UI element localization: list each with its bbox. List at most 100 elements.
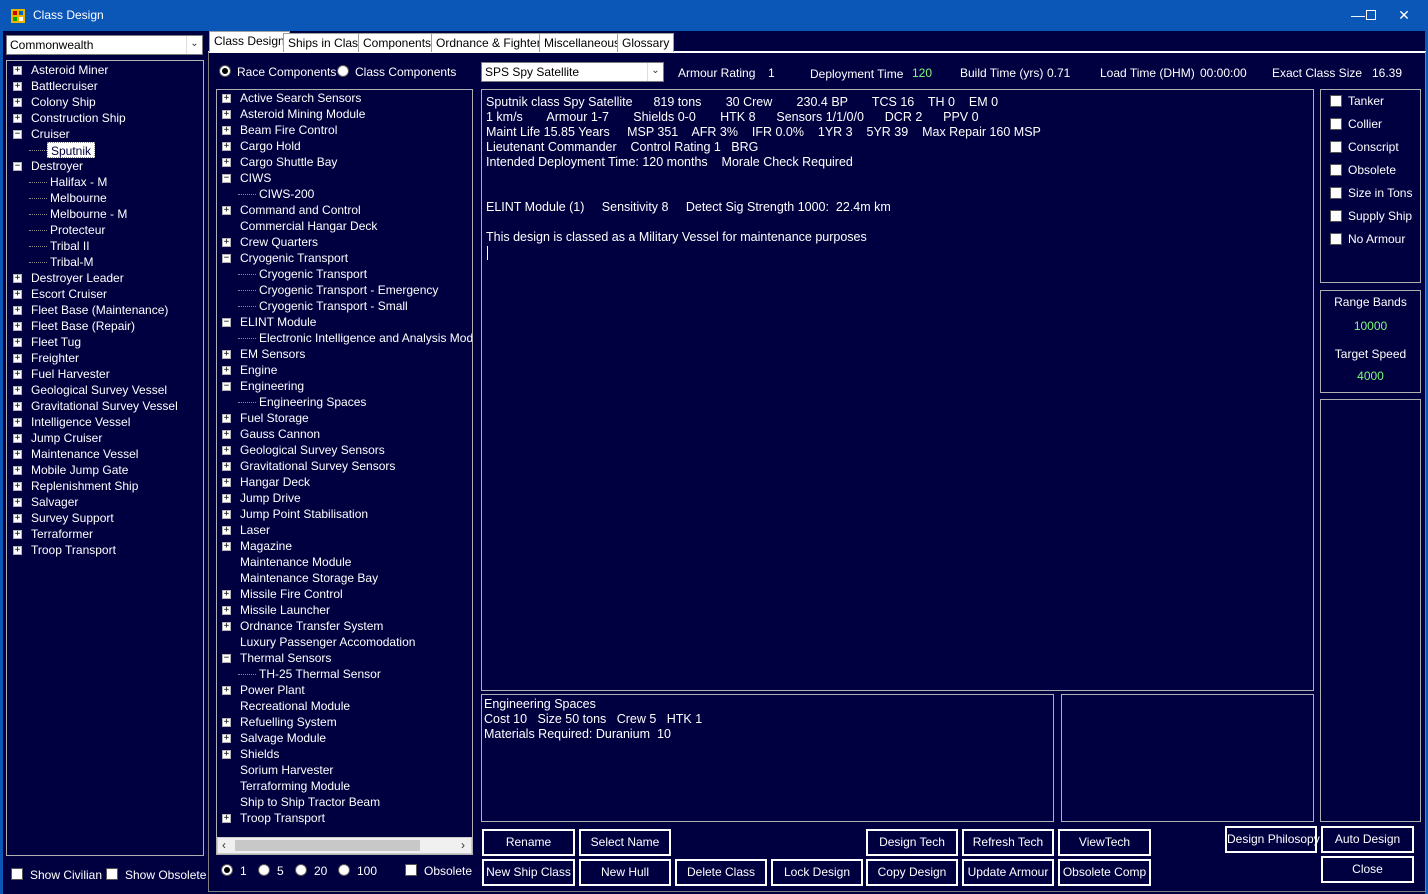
tree-item[interactable]: Ship to Ship Tractor Beam	[240, 794, 380, 810]
scroll-right-icon[interactable]: ›	[461, 838, 465, 852]
expand-icon[interactable]: +	[222, 142, 231, 151]
tree-item[interactable]: Magazine	[240, 538, 292, 554]
tree-item[interactable]: Cryogenic Transport	[240, 250, 348, 266]
delete-class-button[interactable]: Delete Class	[675, 859, 767, 886]
flag-checkbox[interactable]	[1330, 233, 1342, 245]
close-window-icon[interactable]: ✕	[1381, 0, 1427, 31]
expand-icon[interactable]: +	[13, 338, 22, 347]
tree-item[interactable]: Cryogenic Transport	[259, 266, 367, 282]
expand-icon[interactable]: +	[13, 466, 22, 475]
tree-item[interactable]: Salvager	[31, 494, 78, 510]
expand-icon[interactable]: +	[222, 462, 231, 471]
tab-miscellaneous[interactable]: Miscellaneous	[539, 33, 626, 52]
tree-item[interactable]: Salvage Module	[240, 730, 326, 746]
expand-icon[interactable]: +	[222, 750, 231, 759]
flag-checkbox[interactable]	[1330, 187, 1342, 199]
expand-icon[interactable]: +	[222, 350, 231, 359]
expand-icon[interactable]: +	[222, 814, 231, 823]
tree-item[interactable]: Command and Control	[240, 202, 361, 218]
tab-components[interactable]: Components	[358, 33, 437, 52]
expand-icon[interactable]: +	[222, 206, 231, 215]
show-obsolete-checkbox[interactable]	[106, 868, 118, 880]
maximize-icon[interactable]	[1336, 0, 1382, 31]
tab-ships-in-class[interactable]: Ships in Class	[283, 33, 370, 52]
flag-checkbox[interactable]	[1330, 141, 1342, 153]
expand-icon[interactable]: +	[222, 542, 231, 551]
collapse-icon[interactable]: −	[13, 162, 22, 171]
tree-item[interactable]: Thermal Sensors	[240, 650, 331, 666]
tree-item[interactable]: Cruiser	[31, 126, 70, 142]
tree-item[interactable]: Gravitational Survey Sensors	[240, 458, 395, 474]
expand-icon[interactable]: +	[13, 530, 22, 539]
expand-icon[interactable]: +	[13, 274, 22, 283]
expand-icon[interactable]: +	[222, 238, 231, 247]
collapse-icon[interactable]: −	[13, 130, 22, 139]
tree-item[interactable]: EM Sensors	[240, 346, 305, 362]
expand-icon[interactable]: +	[222, 414, 231, 423]
tree-item[interactable]: Fuel Harvester	[31, 366, 110, 382]
tree-item[interactable]: Power Plant	[240, 682, 305, 698]
tree-item[interactable]: Cargo Hold	[240, 138, 301, 154]
tree-item[interactable]: Replenishment Ship	[31, 478, 138, 494]
tree-item[interactable]: Engine	[240, 362, 277, 378]
range-bands-value[interactable]: 10000	[1321, 319, 1420, 333]
select-name-button[interactable]: Select Name	[579, 829, 671, 856]
tree-item[interactable]: Troop Transport	[240, 810, 325, 826]
tree-item[interactable]: Missile Fire Control	[240, 586, 343, 602]
tree-item[interactable]: Terraforming Module	[240, 778, 350, 794]
tree-item[interactable]: Cryogenic Transport - Emergency	[259, 282, 438, 298]
tree-item[interactable]: Laser	[240, 522, 270, 538]
expand-icon[interactable]: +	[222, 686, 231, 695]
tree-item[interactable]: Maintenance Storage Bay	[240, 570, 378, 586]
tree-item[interactable]: Tribal-M	[50, 254, 94, 270]
tree-item[interactable]: Sorium Harvester	[240, 762, 333, 778]
tree-item[interactable]: Melbourne	[50, 190, 107, 206]
tree-item[interactable]: Tribal II	[50, 238, 90, 254]
expand-icon[interactable]: +	[222, 526, 231, 535]
tree-item[interactable]: Freighter	[31, 350, 79, 366]
rename-button[interactable]: Rename	[482, 829, 575, 856]
tree-item[interactable]: Electronic Intelligence and Analysis Mod…	[259, 330, 472, 346]
tree-item[interactable]: Jump Point Stabilisation	[240, 506, 368, 522]
expand-icon[interactable]: +	[13, 386, 22, 395]
tree-item[interactable]: Fleet Tug	[31, 334, 81, 350]
tree-item[interactable]: CIWS	[240, 170, 271, 186]
expand-icon[interactable]: +	[13, 306, 22, 315]
tree-item[interactable]: Cargo Shuttle Bay	[240, 154, 337, 170]
expand-icon[interactable]: +	[13, 498, 22, 507]
expand-icon[interactable]: +	[13, 82, 22, 91]
collapse-icon[interactable]: −	[222, 254, 231, 263]
tree-item[interactable]: Battlecruiser	[31, 78, 98, 94]
collapse-icon[interactable]: −	[222, 174, 231, 183]
tree-item[interactable]: Beam Fire Control	[240, 122, 337, 138]
update-armour-button[interactable]: Update Armour	[962, 859, 1054, 886]
flag-checkbox[interactable]	[1330, 210, 1342, 222]
race-components-radio[interactable]	[219, 65, 231, 77]
tree-item[interactable]: Survey Support	[31, 510, 114, 526]
quantity-100-radio[interactable]	[338, 864, 350, 876]
tree-item[interactable]: Refuelling System	[240, 714, 337, 730]
collapse-icon[interactable]: −	[222, 382, 231, 391]
tree-item[interactable]: Destroyer Leader	[31, 270, 124, 286]
tree-item[interactable]: Recreational Module	[240, 698, 350, 714]
expand-icon[interactable]: +	[13, 322, 22, 331]
class-components-radio[interactable]	[337, 65, 349, 77]
tree-item[interactable]: Colony Ship	[31, 94, 96, 110]
tree-item[interactable]: Gravitational Survey Vessel	[31, 398, 178, 414]
tree-item[interactable]: Active Search Sensors	[240, 90, 361, 106]
expand-icon[interactable]: +	[222, 606, 231, 615]
tree-item[interactable]: Fuel Storage	[240, 410, 309, 426]
expand-icon[interactable]: +	[222, 94, 231, 103]
expand-icon[interactable]: +	[222, 126, 231, 135]
tree-item[interactable]: Shields	[240, 746, 279, 762]
tree-item[interactable]: Crew Quarters	[240, 234, 318, 250]
scroll-thumb[interactable]	[235, 840, 420, 851]
deployment-time-value[interactable]: 120	[912, 66, 932, 80]
expand-icon[interactable]: +	[13, 354, 22, 363]
flag-checkbox[interactable]	[1330, 118, 1342, 130]
obsolete-components-checkbox[interactable]	[405, 864, 417, 876]
auto-design-button[interactable]: Auto Design	[1321, 826, 1414, 853]
expand-icon[interactable]: +	[222, 110, 231, 119]
tree-item[interactable]: Gauss Cannon	[240, 426, 320, 442]
tree-item[interactable]: Asteroid Mining Module	[240, 106, 365, 122]
